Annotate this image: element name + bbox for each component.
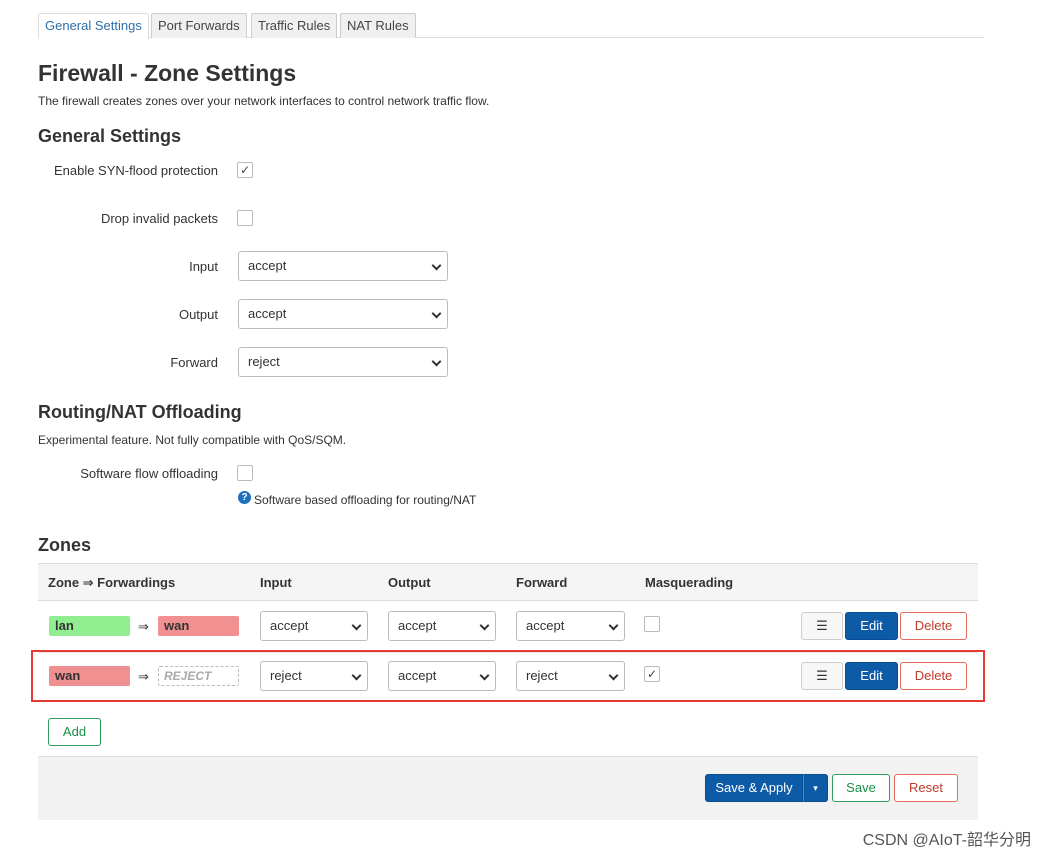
highlight-box [31,650,985,702]
offloading-description: Experimental feature. Not fully compatib… [38,433,347,447]
save-apply-button[interactable]: Save & Apply [705,774,803,802]
chevron-down-icon [431,308,442,319]
tab-port-forwards[interactable]: Port Forwards [151,13,247,38]
chevron-down-icon [351,620,362,631]
chevron-down-icon [431,356,442,367]
sw-offload-checkbox[interactable] [237,465,253,481]
offloading-heading: Routing/NAT Offloading [38,402,242,422]
help-icon: ? [238,491,251,504]
page-title: Firewall - Zone Settings [38,60,297,86]
save-button[interactable]: Save [832,774,890,802]
forward-policy-select[interactable]: reject [238,347,448,377]
syn-flood-label: Enable SYN-flood protection [53,163,218,178]
page-description: The firewall creates zones over your net… [38,94,490,108]
col-output: Output [388,575,431,590]
general-settings-heading: General Settings [38,126,182,146]
sw-offload-help: Software based offloading for routing/NA… [254,493,477,507]
col-zone: Zone ⇒ Forwardings [48,575,176,590]
col-masquerading: Masquerading [645,575,734,590]
zone-badge-lan: lan [49,616,130,636]
add-zone-button[interactable]: Add [48,718,101,746]
save-apply-dropdown-button[interactable]: ▾ [803,774,828,802]
lan-input-select[interactable]: accept [260,611,368,641]
chevron-down-icon [479,620,490,631]
col-input: Input [260,575,292,590]
forward-policy-value: reject [248,354,280,369]
input-label: Input [189,259,218,274]
lan-edit-button[interactable]: Edit [845,612,898,640]
lan-output-select[interactable]: accept [388,611,496,641]
chevron-down-icon [608,620,619,631]
input-policy-value: accept [248,258,287,273]
lan-forward-select[interactable]: accept [516,611,625,641]
tab-nat-rules[interactable]: NAT Rules [340,13,416,38]
tab-traffic-rules[interactable]: Traffic Rules [251,13,338,38]
tab-general-settings[interactable]: General Settings [38,13,149,39]
chevron-down-icon [431,260,442,271]
zone-dest-wan: wan [158,616,239,636]
lan-masquerading-checkbox[interactable] [644,616,660,632]
output-policy-value: accept [248,306,287,321]
zones-heading: Zones [38,535,92,555]
forward-arrow: ⇒ [138,619,149,634]
zones-table-header: Zone ⇒ Forwardings Input Output Forward … [38,563,978,601]
lan-forward-value: accept [526,618,565,633]
syn-flood-checkbox[interactable]: ✓ [237,162,253,178]
lan-menu-button[interactable]: ☰ [801,612,843,640]
drop-invalid-label: Drop invalid packets [100,211,218,226]
tab-bar: General Settings Port Forwards Traffic R… [38,13,984,39]
drop-invalid-checkbox[interactable] [237,210,253,226]
watermark: CSDN @AIoT-韶华分明 [862,832,1031,849]
lan-delete-button[interactable]: Delete [900,612,967,640]
menu-icon: ☰ [816,618,828,633]
checkmark-icon: ✓ [239,163,251,177]
lan-output-value: accept [398,618,437,633]
forward-label: Forward [170,355,218,370]
col-forward: Forward [516,575,568,590]
output-label: Output [178,307,218,322]
sw-offload-label: Software flow offloading [80,466,218,481]
chevron-down-icon: ▾ [813,783,818,793]
reset-button[interactable]: Reset [894,774,958,802]
input-policy-select[interactable]: accept [238,251,448,281]
output-policy-select[interactable]: accept [238,299,448,329]
lan-input-value: accept [270,618,309,633]
